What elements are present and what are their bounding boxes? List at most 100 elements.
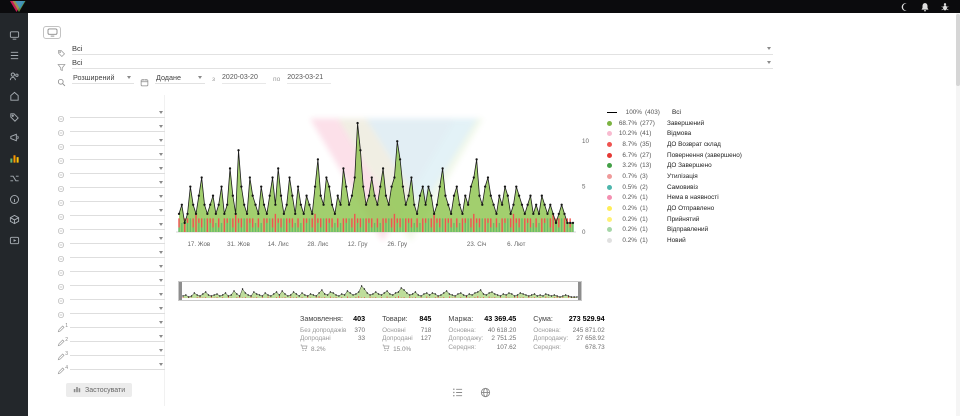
filter-select[interactable] [70,248,165,258]
status-icon [57,110,65,118]
manual-filter-row: 1 [57,316,165,330]
legend-item[interactable]: 0.2%(1)Прийнятий [607,214,812,225]
source-filter-select[interactable]: Всі [72,57,773,69]
stat-sub-value: 40 618.20 [488,327,516,334]
filter-select[interactable] [70,220,165,230]
monitor-icon[interactable] [8,29,20,41]
chart-navigator[interactable] [178,281,582,301]
apply-button[interactable]: Застосувати [66,383,132,397]
legend-item[interactable]: 0.2%(1)Відправлений [607,225,812,236]
legend-swatch [607,153,612,158]
filter-row [57,232,165,246]
filter-select[interactable] [70,332,165,342]
info-icon[interactable] [8,193,20,205]
filter-select[interactable] [70,178,165,188]
legend-item[interactable]: 3.2%(13)ДО Завершено [607,160,812,171]
filter-row [57,176,165,190]
widget-toggle-button[interactable] [43,26,61,39]
legend-item[interactable]: 0.5%(2)Самовивіз [607,182,812,193]
filter-select[interactable] [70,318,165,328]
search-mode-select[interactable]: Розширений [72,72,134,84]
statistics-chart-icon[interactable] [8,152,20,164]
chevron-down-icon [159,139,163,142]
chart-navigator-canvas[interactable] [179,282,581,300]
filter-select[interactable] [70,304,165,314]
users-icon [57,152,65,160]
manual-filter-number: 3 [65,351,68,357]
legend-count: (403) [645,109,669,116]
price-tag-icon[interactable] [8,111,20,123]
packages-icon[interactable] [8,214,20,226]
status-filter-select[interactable]: Всі [72,43,773,55]
bug-report-icon[interactable] [940,2,950,12]
legend-item[interactable]: 0.7%(3)Утилізація [607,171,812,182]
megaphone-icon[interactable] [8,132,20,144]
integrations-icon[interactable] [8,173,20,185]
filter-select[interactable] [70,290,165,300]
filter-row [57,274,165,288]
stat-subrow: Основні718 [382,327,431,334]
filter-select[interactable] [70,276,165,286]
users-icon[interactable] [8,70,20,82]
orders-list-icon[interactable] [8,50,20,62]
chevron-down-icon [159,321,163,324]
legend-item[interactable]: 8.7%(35)ДО Возврат склад [607,139,812,150]
filter-select[interactable] [70,206,165,216]
date-to-input[interactable] [287,72,331,84]
svg-text:5: 5 [582,184,586,191]
stat-badge-value: 8.2% [311,346,326,353]
orders-chart[interactable]: 051017. Жов31. Жов14. Лис28. Лис12. Гру2… [176,107,608,251]
bar-chart-icon [73,385,81,395]
scrollbar-thumb[interactable] [956,14,960,86]
legend-percent: 10.2% [615,130,637,137]
legend-item[interactable]: 6.7%(27)Повернення (завершено) [607,150,812,161]
legend-item[interactable]: 68.7%(277)Завершений [607,118,812,129]
stat-subrow: Середня:107.62 [448,344,516,351]
filter-select[interactable] [70,150,165,160]
search-icon[interactable] [57,74,66,83]
legend-label: Завершений [667,120,704,127]
stat-header: Сума:273 529.94 [533,314,604,323]
page-scrollbar[interactable] [956,13,960,416]
filter-select[interactable] [70,234,165,244]
filter-select[interactable] [70,164,165,174]
date-field-select[interactable]: Додане [155,72,205,84]
theme-moon-icon[interactable] [900,2,910,12]
location-icon [57,208,65,216]
legend-label: ДО Завершено [667,162,712,169]
legend-item[interactable]: 10.2%(41)Відмова [607,128,812,139]
filter-select[interactable] [70,192,165,202]
chevron-down-icon [159,307,163,310]
chevron-down-icon [767,61,771,64]
filter-select[interactable] [70,108,165,118]
notifications-bell-icon[interactable] [920,2,930,12]
legend-item[interactable]: 0.2%(1)ДО Отправлено [607,203,812,214]
legend-count: (13) [640,162,664,169]
globe-icon[interactable] [480,385,491,396]
store-icon[interactable] [8,91,20,103]
filter-select[interactable] [70,122,165,132]
legend-label: Новий [667,237,686,244]
filter-select[interactable] [70,262,165,272]
stat-sub-label: Середня: [448,344,476,351]
stat-column: Замовлення:403Без допродажів370Допродані… [300,314,365,354]
filter-select[interactable] [70,136,165,146]
stat-subrow: Основна:245 871.02 [533,327,604,334]
list-view-icon[interactable] [452,385,463,396]
legend-item[interactable]: 100%(403)Всі [607,107,812,118]
legend-swatch [607,174,612,179]
legend-percent: 0.2% [615,205,637,212]
date-from-input[interactable] [222,72,266,84]
legend-item[interactable]: 0.2%(1)Нема в наявності [607,193,812,204]
filter-select[interactable] [70,346,165,356]
video-icon[interactable] [8,234,20,246]
chevron-down-icon [159,251,163,254]
filter-select[interactable] [70,360,165,370]
legend-item[interactable]: 0.2%(1)Новий [607,235,812,246]
stat-subrow: Без допродажів370 [300,327,365,334]
chevron-down-icon [767,47,771,50]
filter-row [57,190,165,204]
legend-percent: 0.2% [615,216,637,223]
app-logo[interactable] [10,1,27,12]
stat-header: Товари:845 [382,314,431,323]
